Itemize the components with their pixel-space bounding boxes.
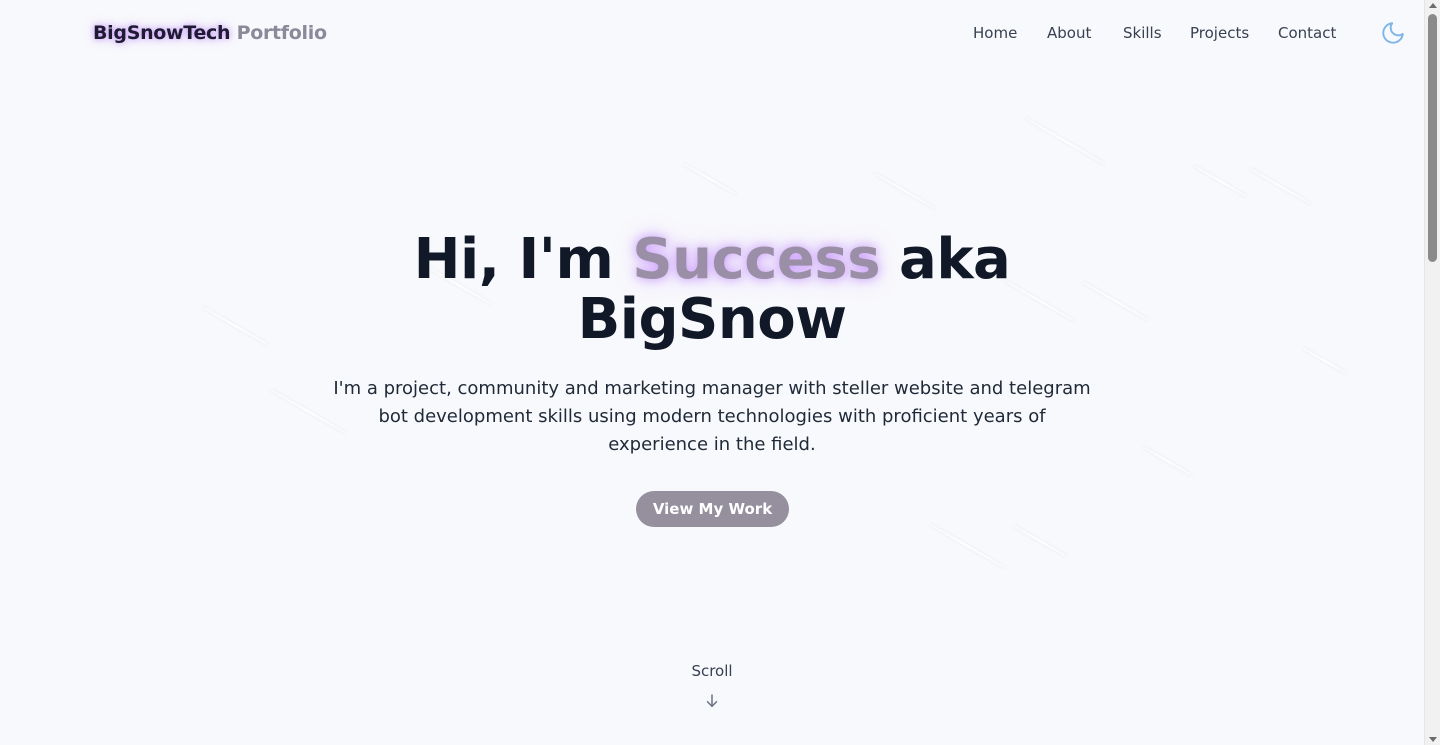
hero-title-line2: BigSnow — [577, 287, 847, 352]
moon-icon — [1382, 22, 1404, 44]
theme-toggle-button[interactable] — [1380, 20, 1406, 46]
scroll-up-arrow-icon[interactable] — [1429, 3, 1437, 8]
navbar: BigSnowTech Portfolio Home About Skills … — [0, 0, 1424, 68]
hero-title: Hi, I'm Success aka BigSnow — [0, 230, 1424, 350]
scroll-label: Scroll — [691, 662, 733, 680]
nav-projects[interactable]: Projects — [1190, 24, 1249, 42]
scrollbar-thumb[interactable] — [1428, 14, 1437, 262]
view-my-work-button[interactable]: View My Work — [636, 491, 789, 527]
scroll-down-button[interactable] — [703, 692, 721, 710]
brand-primary: BigSnowTech — [93, 22, 231, 44]
background-streaks — [0, 0, 1424, 745]
brand-secondary: Portfolio — [236, 22, 327, 44]
hero-subtitle: I'm a project, community and marketing m… — [333, 378, 1091, 455]
nav-skills[interactable]: Skills — [1123, 24, 1162, 42]
nav-contact[interactable]: Contact — [1278, 24, 1336, 42]
arrow-down-icon — [706, 694, 718, 707]
nav-home[interactable]: Home — [973, 24, 1017, 42]
brand-logo[interactable]: BigSnowTech Portfolio — [93, 22, 327, 44]
hero-title-suffix: aka — [880, 227, 1011, 292]
page-scrollbar[interactable] — [1424, 0, 1440, 745]
nav-about[interactable]: About — [1047, 24, 1091, 42]
scroll-down-arrow-icon[interactable] — [1429, 737, 1437, 742]
hero-title-prefix: Hi, I'm — [413, 227, 633, 292]
hero-title-accent: Success — [632, 227, 881, 292]
